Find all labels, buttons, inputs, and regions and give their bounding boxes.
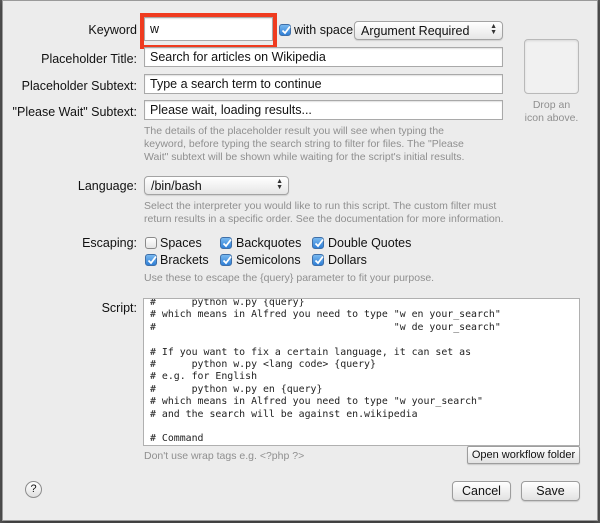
checkmark-icon [222, 255, 232, 265]
placeholder-help-text: The details of the placeholder result yo… [144, 125, 514, 164]
backquotes-label: Backquotes [236, 236, 302, 250]
script-label: Script: [101, 301, 137, 315]
semicolons-label: Semicolons [236, 253, 301, 267]
placeholder-title-label: Placeholder Title: [41, 52, 137, 66]
backquotes-checkbox[interactable] [220, 237, 232, 249]
icon-drop-hint: Drop an icon above. [515, 99, 588, 125]
semicolons-checkbox[interactable] [220, 254, 232, 266]
language-help-text: Select the interpreter you would like to… [144, 200, 524, 226]
icon-drop-hint-line: icon above. [524, 112, 579, 124]
spaces-label: Spaces [160, 236, 202, 250]
dollars-checkbox[interactable] [312, 254, 324, 266]
checkmark-icon [222, 238, 232, 248]
dollars-label: Dollars [328, 253, 367, 267]
placeholder-help-line: The details of the placeholder result yo… [144, 125, 445, 137]
placeholder-title-input[interactable]: Search for articles on Wikipedia [144, 47, 503, 67]
script-help-text: Don't use wrap tags e.g. <?php ?> [144, 450, 305, 462]
escaping-help-text: Use these to escape the {query} paramete… [144, 272, 435, 284]
popup-arrows-icon: ▲ ▼ [276, 178, 283, 191]
placeholder-subtext-input[interactable]: Type a search term to continue [144, 74, 503, 94]
placeholder-help-line: Wait" subtext will be shown while waitin… [144, 151, 465, 163]
language-help-line: Select the interpreter you would like to… [144, 200, 497, 212]
language-label: Language: [77, 179, 137, 193]
help-question-icon: ? [30, 483, 37, 495]
escaping-label: Escaping: [82, 236, 137, 250]
brackets-checkbox[interactable] [145, 254, 157, 266]
language-popup-value: /bin/bash [151, 179, 202, 193]
argument-popup[interactable]: Argument Required ▲ ▼ [354, 21, 503, 40]
checkmark-icon [147, 255, 157, 265]
keyword-highlight-box [140, 13, 277, 49]
script-editor[interactable]: # python w.py {query} # which means in A… [143, 298, 580, 446]
open-workflow-folder-button[interactable]: Open workflow folder [467, 446, 580, 464]
language-popup[interactable]: /bin/bash ▲ ▼ [144, 176, 289, 195]
with-space-label: with space [294, 23, 354, 37]
spaces-checkbox[interactable] [145, 237, 157, 249]
please-wait-input[interactable]: Please wait, loading results... [144, 100, 503, 120]
save-button[interactable]: Save [521, 481, 580, 501]
with-space-checkbox[interactable] [279, 24, 291, 36]
popup-arrows-icon: ▲ ▼ [490, 23, 497, 36]
cancel-button[interactable]: Cancel [452, 481, 511, 501]
icon-drop-hint-line: Drop an [532, 99, 571, 111]
icon-drop-well[interactable] [524, 39, 579, 94]
double-quotes-checkbox[interactable] [312, 237, 324, 249]
double-quotes-label: Double Quotes [328, 236, 412, 250]
brackets-label: Brackets [160, 253, 209, 267]
placeholder-help-line: keyword, before typing the search string… [144, 138, 464, 150]
checkmark-icon [314, 255, 324, 265]
please-wait-label: "Please Wait" Subtext: [12, 105, 137, 119]
placeholder-subtext-label: Placeholder Subtext: [21, 79, 137, 93]
argument-popup-value: Argument Required [361, 24, 470, 38]
keyword-label: Keyword [88, 23, 137, 37]
script-code: # python w.py {query} # which means in A… [150, 298, 501, 445]
help-button[interactable]: ? [25, 481, 42, 498]
script-filter-config-sheet: Keyword w with space Argument Required ▲… [2, 0, 598, 521]
language-help-line: return results in a specific order. See … [144, 213, 504, 225]
checkmark-icon [281, 25, 291, 35]
checkmark-icon [314, 238, 324, 248]
